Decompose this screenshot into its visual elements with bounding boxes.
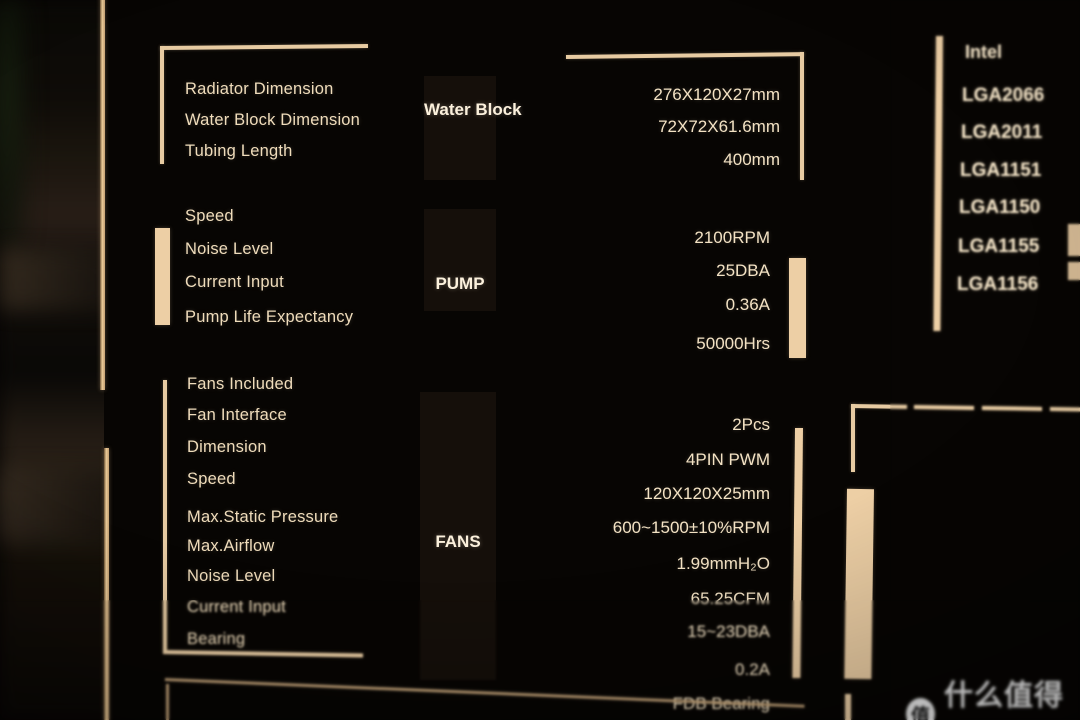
spec-label: Noise Level (187, 567, 276, 585)
water-block-bracket-left (160, 46, 164, 164)
spec-value: 25DBA (716, 261, 770, 280)
lower-box-left-edge (166, 684, 169, 720)
spec-value: 276X120X27mm (653, 85, 780, 104)
spec-value: 0.36A (725, 295, 770, 314)
watermark-text: 什么值得买 (944, 678, 1065, 712)
spec-value: 1.99mmH₂O (676, 554, 770, 573)
socket-brand-intel: Intel (965, 42, 1003, 62)
spec-label: Current Input (187, 598, 286, 616)
right-edge-accent-lower (1068, 262, 1080, 280)
site-watermark: 值 什么值得买 (906, 672, 1080, 720)
spec-value: 65.25CFM (690, 589, 770, 608)
spec-label: Tubing Length (185, 142, 293, 160)
lower-right-box-top-seg-4 (1049, 407, 1080, 412)
lower-right-box-left-edge (851, 404, 855, 472)
fans-bracket-left (163, 380, 167, 652)
pump-section-plate (424, 209, 496, 311)
socket-item: LGA1151 (960, 160, 1042, 181)
section-label-fans: FANS (435, 532, 481, 551)
panel-edge-highlight-top (100, 0, 105, 390)
spec-label: Noise Level (185, 240, 274, 258)
pump-value-accent-bar (789, 258, 806, 358)
spec-label: Current Input (185, 273, 284, 291)
pump-left-accent-bar (155, 228, 170, 325)
spec-label: Speed (185, 207, 234, 225)
socket-item: LGA1150 (959, 197, 1041, 218)
spec-value: 15~23DBA (687, 622, 770, 641)
spec-label: Speed (187, 470, 236, 488)
water-block-value-bracket-right (800, 52, 804, 180)
section-label-pump: PUMP (435, 274, 485, 293)
socket-item: LGA1156 (957, 274, 1039, 295)
spec-label: Bearing (187, 630, 246, 648)
socket-item: LGA1155 (958, 236, 1040, 257)
product-spec-photo: Water Block Radiator Dimension Water Blo… (0, 0, 1080, 720)
spec-label: Radiator Dimension (185, 80, 334, 98)
background-green-glow (0, 0, 24, 250)
spec-value: 0.2A (735, 660, 770, 679)
spec-value: 400mm (723, 150, 780, 169)
spec-label: Max.Static Pressure (187, 508, 339, 526)
watermark-badge-icon: 值 (906, 698, 936, 720)
spec-label: Fan Interface (187, 406, 287, 424)
water-block-section-plate (424, 76, 496, 180)
lower-right-box-top-seg-1 (850, 404, 908, 409)
spec-label: Water Block Dimension (185, 111, 361, 129)
socket-item: LGA2011 (961, 122, 1043, 143)
spec-value: 72X72X61.6mm (658, 117, 780, 136)
spec-value: 2Pcs (732, 415, 770, 434)
panel-edge-highlight-bottom (104, 448, 109, 720)
spec-value: 4PIN PWM (685, 450, 770, 469)
spec-value: 120X120X25mm (643, 484, 770, 503)
spec-value: 50000Hrs (696, 334, 770, 353)
right-edge-accent-upper (1068, 224, 1080, 256)
section-label-water-block: Water Block (424, 100, 522, 119)
spec-label: Max.Airflow (187, 537, 275, 555)
spec-label: Pump Life Expectancy (185, 308, 354, 326)
spec-label: Dimension (187, 438, 267, 456)
spec-label: Fans Included (187, 375, 294, 393)
spec-value: 2100RPM (694, 228, 770, 247)
lower-right-box-accent-bar (844, 488, 874, 680)
spec-value: 600~1500±10%RPM (612, 518, 770, 537)
lower-right-box-accent-bar-stub (845, 694, 851, 720)
socket-item: LGA2066 (962, 85, 1045, 106)
